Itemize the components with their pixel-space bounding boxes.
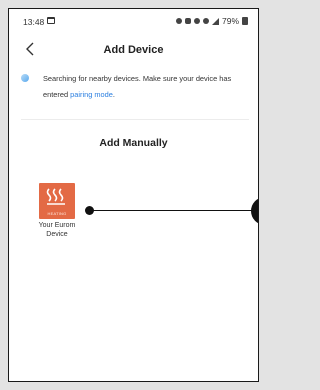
battery-icon xyxy=(242,17,248,25)
battery-percent: 79% xyxy=(221,16,239,26)
loading-spinner-icon xyxy=(21,74,29,82)
heat-waves-icon xyxy=(46,188,65,205)
divider xyxy=(21,119,249,120)
status-time: 13:48 xyxy=(23,17,45,27)
device-name: Your Eurom Device xyxy=(38,222,76,238)
header: Add Device xyxy=(9,37,258,59)
status-bar: 13:48 79% xyxy=(9,9,258,31)
mute-icon xyxy=(184,18,191,24)
calendar-icon xyxy=(47,17,55,24)
page-title: Add Device xyxy=(103,44,164,56)
signal-icon xyxy=(211,17,219,25)
status-icons: 79% xyxy=(175,16,248,26)
add-manually-heading: Add Manually xyxy=(99,137,168,149)
connector-line xyxy=(93,210,253,211)
connector-end-marker xyxy=(251,197,258,225)
searching-text: Searching for nearby devices. Make sure … xyxy=(43,74,232,99)
searching-notice: Searching for nearby devices. Make sure … xyxy=(21,71,251,111)
device-icon-caption: HEATING xyxy=(47,211,67,216)
wifi-icon xyxy=(202,18,209,24)
alarm-icon xyxy=(175,18,182,24)
pairing-mode-link[interactable]: pairing mode xyxy=(70,90,113,99)
bluetooth-icon xyxy=(193,18,200,24)
phone-screen: 13:48 79% Add Device Searching for nearb… xyxy=(8,8,259,382)
device-card[interactable]: HEATING Your Eurom Device xyxy=(33,183,87,253)
heating-device-icon: HEATING xyxy=(39,183,75,219)
